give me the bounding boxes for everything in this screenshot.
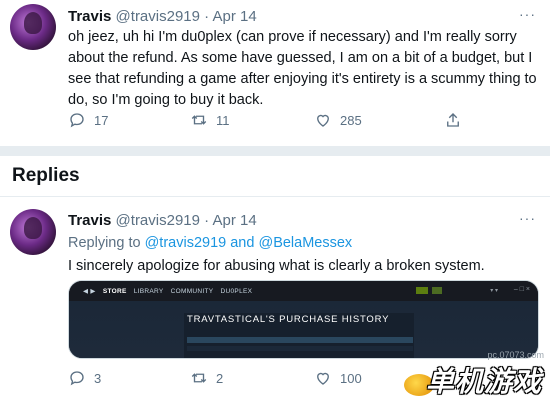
steam-nav-community: COMMUNITY — [170, 288, 214, 295]
steam-nav-back: ◀ ▶ — [83, 288, 96, 295]
main-tweet[interactable]: Travis @travis2919 · Apr 14 ··· oh jeez,… — [0, 0, 550, 145]
retweet-count: 11 — [216, 112, 230, 128]
share-button[interactable] — [444, 111, 462, 129]
watermark-url: pc.07073.com — [487, 350, 544, 360]
tweet-actions: 17 11 285 — [68, 111, 488, 133]
replies-heading: Replies — [12, 165, 80, 186]
avatar[interactable] — [10, 4, 56, 50]
share-icon — [447, 113, 459, 127]
reply-count: 17 — [94, 112, 109, 128]
avatar[interactable] — [10, 209, 56, 255]
steam-table-header — [187, 337, 413, 343]
mention-and: and — [230, 235, 255, 251]
reply-button[interactable]: 3 — [68, 369, 101, 387]
author-handle[interactable]: @travis2919 — [116, 212, 200, 229]
tweet-date[interactable]: · Apr 14 — [204, 212, 257, 229]
steam-notify-icon — [432, 287, 442, 294]
watermark-text: 单机游戏 — [425, 366, 542, 397]
heart-icon — [317, 114, 329, 127]
replying-to: Replying to @travis2919 and @BelaMessex — [68, 235, 352, 251]
section-divider — [0, 146, 550, 156]
steam-nav-store: STORE — [102, 288, 127, 295]
replying-prefix: Replying to — [68, 235, 141, 251]
steam-install-icon — [416, 287, 428, 294]
heart-icon — [317, 372, 329, 385]
like-count: 100 — [340, 370, 362, 386]
mention-link[interactable]: @BelaMessex — [258, 235, 352, 251]
reply-button[interactable]: 17 — [68, 111, 108, 129]
mention-link[interactable]: @travis2919 — [145, 235, 227, 251]
tweet-text: I sincerely apologize for abusing what i… — [68, 258, 485, 274]
like-button[interactable]: 100 — [314, 369, 362, 387]
author-name[interactable]: Travis — [68, 8, 111, 25]
like-button[interactable]: 285 — [314, 111, 362, 129]
tweet-text: oh jeez, uh hi I'm du0plex (can prove if… — [68, 29, 537, 108]
steam-nav-bar: ◀ ▶ STORE LIBRARY COMMUNITY DU0PLEX ▾ ▾ … — [69, 281, 538, 301]
tweet-header: Travis @travis2919 · Apr 14 — [68, 8, 257, 25]
author-handle[interactable]: @travis2919 — [116, 8, 200, 25]
author-name[interactable]: Travis — [68, 212, 111, 229]
steam-nav-library: LIBRARY — [133, 288, 164, 295]
retweet-button[interactable]: 11 — [190, 111, 230, 129]
retweet-icon — [191, 115, 207, 125]
steam-page-title: TRAVTASTICAL'S PURCHASE HISTORY — [187, 314, 390, 325]
reply-icon — [70, 371, 84, 386]
retweet-button[interactable]: 2 — [190, 369, 223, 387]
reply-icon — [70, 113, 84, 128]
more-options-icon[interactable]: ··· — [519, 6, 536, 22]
steam-table-row — [187, 346, 413, 351]
like-count: 285 — [340, 112, 362, 128]
steam-nav-user: DU0PLEX — [220, 288, 253, 295]
more-options-icon[interactable]: ··· — [519, 210, 536, 226]
steam-window-controls: – □ × — [513, 286, 530, 293]
steam-user-menu: ▾ ▾ — [490, 288, 498, 294]
watermark: pc.07073.com 单机游戏 — [390, 346, 550, 406]
tweet-header: Travis @travis2919 · Apr 14 — [68, 212, 257, 229]
reply-count: 3 — [94, 370, 102, 386]
retweet-icon — [191, 373, 207, 383]
retweet-count: 2 — [216, 370, 224, 386]
steam-nav: ◀ ▶ STORE LIBRARY COMMUNITY DU0PLEX — [83, 287, 257, 295]
tweet-date[interactable]: · Apr 14 — [204, 8, 257, 25]
